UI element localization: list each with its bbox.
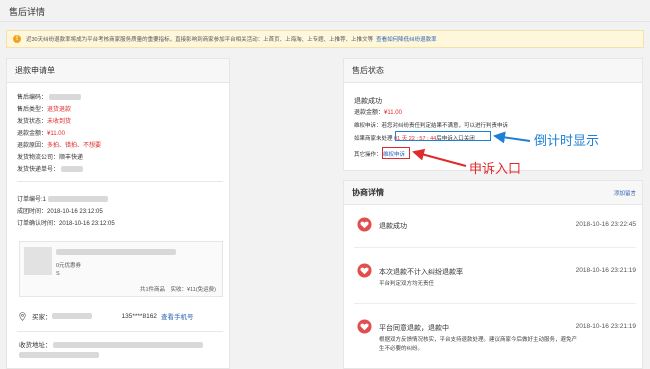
negotiation-title: 协商详情 bbox=[344, 181, 642, 205]
buyer-row: 买家： 135****8162 查看手机号 bbox=[19, 311, 193, 321]
section-divider bbox=[17, 331, 223, 332]
field-refund-amount: 退款金额：¥11.00 bbox=[17, 128, 65, 137]
product-summary: 共1件商品 实收：¥11(免运费) bbox=[140, 287, 216, 293]
page-title: 售后详情 bbox=[9, 7, 46, 17]
negotiation-panel: 协商详情 添加留言 退款成功 2018-10-16 23:22:45 本次退款不… bbox=[343, 180, 643, 369]
field-delivery-status: 发货状态：未收到货 bbox=[17, 116, 71, 125]
field-label: 退款金额： bbox=[17, 131, 48, 137]
field-refund-reason: 退款原因：多拍、错拍、不想要 bbox=[17, 140, 101, 149]
shipping-address-line2 bbox=[19, 352, 99, 359]
timeline-title: 退款成功 bbox=[379, 223, 407, 230]
redacted-address bbox=[19, 352, 99, 358]
timeline-divider bbox=[354, 303, 636, 304]
order-number: 订单编号:1 bbox=[17, 194, 108, 203]
redacted-product-title bbox=[56, 249, 176, 255]
refund-amount-row: 退款金额：¥11.00 bbox=[354, 107, 402, 116]
field-label: 发货物流公司： bbox=[17, 155, 60, 161]
heart-badge-icon bbox=[357, 217, 372, 232]
field-label: 发货快递单号： bbox=[17, 167, 60, 173]
notice-link[interactable]: 查看如何降低纠纷退款率 bbox=[376, 35, 437, 43]
field-value: 多拍、错拍、不想要 bbox=[47, 143, 102, 149]
timeline-time: 2018-10-16 23:21:19 bbox=[575, 323, 636, 330]
countdown-highlight bbox=[395, 131, 491, 141]
created-time-label: 成团时间： bbox=[17, 209, 48, 215]
appeal-instruction: 维权申诉：若您对纠纷责任判定结果不满意，可以进行判责申诉 bbox=[354, 123, 509, 129]
confirmed-time-label: 订单确认时间： bbox=[17, 221, 60, 227]
field-value: 顺丰快递 bbox=[59, 155, 84, 161]
appeal-annotation: 申诉入口 bbox=[469, 162, 522, 177]
product-card[interactable]: 0元优惠券 S 共1件商品 实收：¥11(免运费) bbox=[19, 241, 223, 297]
refund-form-title: 退款申请单 bbox=[7, 59, 229, 83]
field-value: 退货退款 bbox=[47, 107, 72, 113]
shipping-address: 收货地址： bbox=[19, 339, 204, 349]
other-actions-label: 其它操作： bbox=[354, 152, 382, 158]
created-time-value: 2018-10-16 23:12:05 bbox=[47, 209, 103, 215]
location-pin-icon bbox=[19, 311, 26, 321]
warning-icon: ! bbox=[13, 35, 21, 43]
countdown-prefix: 如果商家未处理 bbox=[354, 136, 393, 142]
refund-form-panel: 退款申请单 售后编码： 售后类型：退货退款 发货状态：未收到货 退款金额：¥11… bbox=[6, 58, 230, 369]
after-sale-status-panel: 售后状态 退款成功 退款金额：¥11.00 维权申诉：若您对纠纷责任判定结果不满… bbox=[343, 58, 643, 171]
group-created-time: 成团时间：2018-10-16 23:12:05 bbox=[17, 206, 103, 215]
heart-badge-icon bbox=[357, 319, 372, 334]
field-label: 售后类型： bbox=[17, 107, 48, 113]
countdown-annotation: 倒计时显示 bbox=[534, 134, 600, 149]
field-after-sale-type: 售后类型：退货退款 bbox=[17, 104, 71, 113]
product-spec: S bbox=[56, 271, 60, 277]
view-phone-link[interactable]: 查看手机号 bbox=[161, 311, 194, 321]
timeline-time: 2018-10-16 23:21:19 bbox=[575, 267, 636, 274]
notice-text: 近30天纠纷退款率将成为平台考核商家服务质量的重要指标，直接影响到商家参加平台相… bbox=[26, 37, 374, 43]
field-after-sale-code: 售后编码： bbox=[17, 92, 81, 101]
redacted-value bbox=[48, 94, 81, 101]
timeline-time: 2018-10-16 23:22:45 bbox=[575, 221, 636, 228]
field-logistics-company: 发货物流公司：顺丰快递 bbox=[17, 152, 83, 161]
field-tracking-number: 发货快递单号： bbox=[17, 164, 83, 173]
timeline-title: 平台同意退款，退款中 bbox=[379, 325, 449, 332]
redacted-value bbox=[60, 166, 83, 173]
field-value: 未收到货 bbox=[47, 119, 72, 125]
heart-badge-icon bbox=[357, 263, 372, 278]
order-confirmed-time: 订单确认时间：2018-10-16 23:12:05 bbox=[17, 218, 115, 227]
after-sale-status-title: 售后状态 bbox=[344, 59, 642, 83]
buyer-phone: 135****8162 bbox=[121, 312, 157, 320]
redacted-address bbox=[53, 342, 204, 349]
appeal-highlight bbox=[382, 147, 410, 159]
timeline-desc: 平台判定双方均无责任 bbox=[379, 281, 435, 287]
refund-amount-value: ¥11.00 bbox=[384, 110, 402, 116]
refund-amount-label: 退款金额： bbox=[354, 110, 385, 116]
field-value: ¥11.00 bbox=[47, 131, 65, 137]
timeline-divider bbox=[354, 247, 636, 248]
product-image bbox=[24, 247, 52, 275]
address-label: 收货地址： bbox=[19, 342, 52, 349]
confirmed-time-value: 2018-10-16 23:12:05 bbox=[59, 221, 115, 227]
timeline-desc: 根据双方反馈情况核实，平台支持退款处理。建议商家今后做好主动服务，避免产生不必要… bbox=[379, 337, 578, 352]
refund-status: 退款成功 bbox=[354, 98, 382, 105]
redacted-buyer-name bbox=[51, 313, 92, 319]
order-number-label: 订单编号: bbox=[17, 197, 43, 203]
product-note: 0元优惠券 bbox=[56, 263, 82, 269]
timeline-title: 本次退款不计入纠纷退款率 bbox=[379, 269, 463, 276]
field-label: 发货状态： bbox=[17, 119, 48, 125]
notice-banner: ! 近30天纠纷退款率将成为平台考核商家服务质量的重要指标，直接影响到商家参加平… bbox=[6, 30, 644, 48]
title-divider bbox=[0, 21, 650, 22]
redacted-value bbox=[47, 196, 108, 203]
buyer-label: 买家： bbox=[32, 314, 52, 321]
leave-message-link[interactable]: 添加留言 bbox=[614, 189, 636, 197]
order-number-value: 1 bbox=[42, 197, 47, 203]
field-label: 退款原因： bbox=[17, 143, 48, 149]
section-divider bbox=[17, 181, 223, 182]
field-label: 售后编码： bbox=[17, 95, 48, 101]
